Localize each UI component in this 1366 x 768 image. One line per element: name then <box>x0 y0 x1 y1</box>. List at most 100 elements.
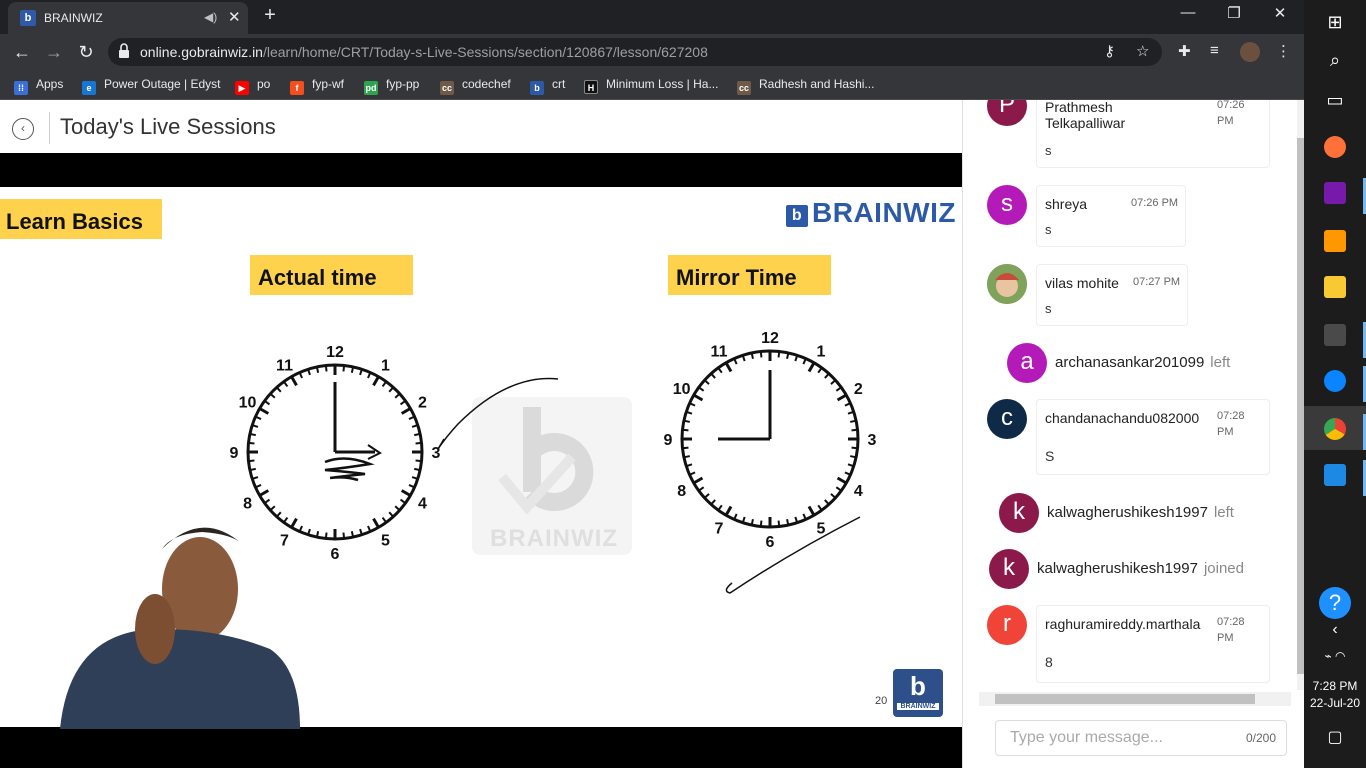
photo-avatar-icon <box>987 264 1027 304</box>
calculator-icon[interactable] <box>1304 312 1366 356</box>
clock-tick <box>408 484 415 489</box>
bookmark-fyp-wf[interactable]: f fyp-wf <box>290 77 344 95</box>
bookmark-po[interactable]: ▶ po <box>235 77 270 95</box>
clock-tick <box>786 352 790 359</box>
clock-tick <box>264 400 271 406</box>
back-button[interactable]: ← <box>10 40 34 64</box>
new-tab-button[interactable]: + <box>260 4 280 27</box>
photos-icon[interactable] <box>1304 452 1366 496</box>
clock-tick <box>759 520 763 527</box>
url-text: online.gobrainwiz.in/learn/home/CRT/Toda… <box>140 44 708 60</box>
scrollbar-thumb[interactable] <box>995 694 1255 704</box>
clock-tick <box>408 415 415 420</box>
address-bar[interactable]: online.gobrainwiz.in/learn/home/CRT/Toda… <box>108 38 1162 66</box>
chat-horizontal-scrollbar[interactable] <box>979 692 1291 706</box>
tab-close-icon[interactable]: ✕ <box>228 8 241 26</box>
reload-button[interactable]: ↻ <box>74 40 98 64</box>
brainwiz-icon: b <box>530 81 544 95</box>
profile-avatar[interactable] <box>1240 42 1260 62</box>
clock-tick <box>399 400 406 406</box>
bookmark-crt[interactable]: b crt <box>530 77 565 95</box>
firefox-icon[interactable] <box>1304 124 1366 168</box>
figma-icon: f <box>290 81 304 95</box>
bookmark-radhesh[interactable]: cc Radhesh and Hashi... <box>737 77 874 95</box>
notification-icon[interactable]: ▢ <box>1304 716 1366 760</box>
clock-number: 9 <box>230 445 239 462</box>
check-mark-start <box>437 438 445 450</box>
chat-bubble: raghuramireddy.marthala 07:28 PM 8 <box>1036 605 1270 683</box>
clock-tick <box>248 459 255 463</box>
file-explorer-icon[interactable] <box>1304 264 1366 308</box>
message-input-box[interactable]: 0/200 <box>995 720 1287 756</box>
presenter-video <box>60 527 300 729</box>
clock-tick <box>342 365 346 372</box>
bookmark-minimum-loss[interactable]: H Minimum Loss | Ha... <box>584 77 718 94</box>
task-view-icon[interactable]: ▭ <box>1304 78 1366 122</box>
clock-tick <box>276 386 282 393</box>
apps-grid-icon: ⁞⁞ <box>14 81 28 95</box>
bookmark-apps[interactable]: ⁞⁞ Apps <box>14 77 63 95</box>
extensions-icon[interactable]: ✚ <box>1178 42 1191 60</box>
clock-tick <box>324 532 328 539</box>
forward-button[interactable]: → <box>42 40 66 64</box>
onenote-icon[interactable] <box>1304 170 1366 214</box>
edge-icon[interactable] <box>1304 358 1366 402</box>
clock-tick <box>824 372 830 379</box>
clock-tick <box>830 493 837 499</box>
maximize-button[interactable]: ❐ <box>1214 4 1254 22</box>
bookmark-codechef[interactable]: cc codechef <box>440 77 511 95</box>
clock-tick <box>689 471 696 476</box>
video-player[interactable]: Learn Basics b BRAINWIZ Actual time Mirro… <box>0 153 962 768</box>
clock-tick <box>851 446 858 450</box>
message-time: 07:27 PM <box>1133 276 1181 288</box>
chrome-icon[interactable] <box>1304 406 1366 450</box>
clock-tick <box>824 499 830 506</box>
clock-tick <box>717 504 723 511</box>
corner-brainwiz-logo: b BRAINWIZ <box>893 669 943 717</box>
search-icon[interactable]: ⌕ <box>1304 38 1366 82</box>
media-control-icon[interactable]: ≡ <box>1210 42 1219 59</box>
clock-tick <box>372 375 380 387</box>
clock-tick <box>290 375 298 387</box>
clock-tick <box>807 505 816 516</box>
minimize-button[interactable]: — <box>1168 4 1208 21</box>
check-mark-mirror <box>725 516 861 594</box>
clock-number: 5 <box>817 520 826 537</box>
menu-kebab-icon[interactable]: ⋮ <box>1276 42 1291 60</box>
clock-tick <box>414 432 421 437</box>
clock-tick <box>298 372 303 379</box>
chat-messages[interactable]: P Prathmesh Telkapalliwar 07:26 PM s s shr… <box>979 100 1291 690</box>
clock-tick <box>400 489 412 497</box>
clock-number: 1 <box>817 344 826 361</box>
clock-tick <box>850 419 857 423</box>
clock-tick <box>750 519 754 526</box>
network-icon[interactable]: ⌁ ◠ <box>1304 634 1366 678</box>
sublime-icon[interactable] <box>1304 218 1366 262</box>
system-clock[interactable]: 7:28 PM 22-Jul-20 <box>1304 678 1366 712</box>
speaker-icon[interactable]: ◀) <box>204 10 217 24</box>
check-mark-stroke <box>437 377 559 450</box>
cc-icon: cc <box>737 81 751 95</box>
tab-title: BRAINWIZ <box>44 11 103 25</box>
bookmark-star-icon[interactable]: ☆ <box>1136 42 1149 60</box>
corner-logo-text: BRAINWIZ <box>897 703 939 710</box>
clock-tick <box>415 459 422 463</box>
message-input[interactable] <box>1010 729 1230 747</box>
close-window-button[interactable]: ✕ <box>1260 4 1300 22</box>
sender-name: shreya <box>1045 196 1088 212</box>
clock-number: 6 <box>766 534 775 551</box>
back-circle-icon[interactable]: ‹ <box>12 118 34 140</box>
clock-tick <box>415 441 422 445</box>
browser-tab[interactable]: b BRAINWIZ ◀) ✕ <box>8 2 248 34</box>
clock-tick <box>248 441 255 445</box>
bookmark-edyst[interactable]: e Power Outage | Edyst <box>82 77 221 95</box>
message-text: s <box>1045 301 1052 316</box>
sender-name: chandanachandu082000 <box>1045 410 1200 426</box>
clock-tick <box>693 476 704 485</box>
avatar: k <box>989 549 1029 589</box>
bookmark-fyp-pp[interactable]: pd fyp-pp <box>364 77 419 95</box>
message-text: S <box>1045 448 1055 464</box>
key-icon[interactable]: ⚷ <box>1104 42 1115 60</box>
clock-tick <box>350 366 355 373</box>
avatar: k <box>999 493 1039 533</box>
